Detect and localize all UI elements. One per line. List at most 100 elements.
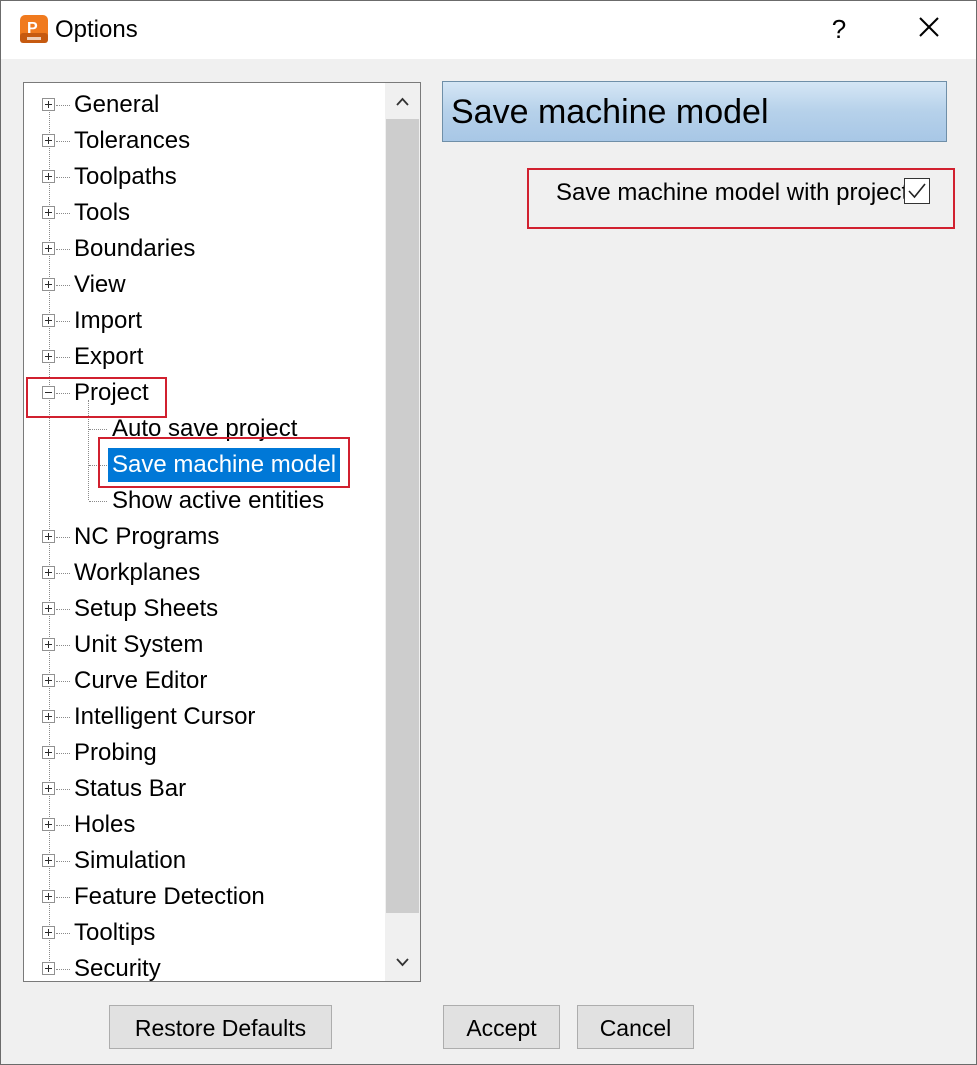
tree-item-tolerances[interactable]: Tolerances	[24, 123, 385, 159]
svg-text:P: P	[27, 20, 38, 37]
tree-connector	[56, 645, 70, 646]
tree-item-setup-sheets[interactable]: Setup Sheets	[24, 591, 385, 627]
expand-plus-icon[interactable]	[42, 746, 55, 759]
page-header: Save machine model	[442, 81, 947, 142]
tree-connector	[56, 789, 70, 790]
tree-item-label: Tooltips	[74, 919, 156, 946]
tree-item-tooltips[interactable]: Tooltips	[24, 915, 385, 951]
tree-item-security[interactable]: Security	[24, 951, 385, 982]
expand-plus-icon[interactable]	[42, 350, 55, 363]
tree-item-label: Intelligent Cursor	[74, 703, 256, 730]
tree-item-tools[interactable]: Tools	[24, 195, 385, 231]
tree-connector	[89, 501, 107, 502]
tree-item-unit-system[interactable]: Unit System	[24, 627, 385, 663]
tree-connector	[56, 681, 70, 682]
expand-plus-icon[interactable]	[42, 134, 55, 147]
tree-item-toolpaths[interactable]: Toolpaths	[24, 159, 385, 195]
tree-item-export[interactable]: Export	[24, 339, 385, 375]
tree-item-label: Workplanes	[74, 559, 201, 586]
tree-item-label: Unit System	[74, 631, 204, 658]
tree-connector	[56, 717, 70, 718]
save-with-project-label: Save machine model with project	[556, 179, 909, 206]
tree-item-label: Toolpaths	[74, 163, 177, 190]
tree-item-probing[interactable]: Probing	[24, 735, 385, 771]
tree-scrollbar[interactable]	[385, 83, 420, 981]
expand-plus-icon[interactable]	[42, 530, 55, 543]
tree-connector	[56, 357, 70, 358]
tree-item-label: Feature Detection	[74, 883, 265, 910]
tree-item-import[interactable]: Import	[24, 303, 385, 339]
tree-item-workplanes[interactable]: Workplanes	[24, 555, 385, 591]
tree-connector	[56, 825, 70, 826]
tree-item-holes[interactable]: Holes	[24, 807, 385, 843]
options-dialog: P Options ? General Tolerances Toolpaths To…	[0, 0, 977, 1065]
tree-item-intelligent-cursor[interactable]: Intelligent Cursor	[24, 699, 385, 735]
scroll-up-arrow-icon[interactable]	[385, 83, 420, 119]
expand-plus-icon[interactable]	[42, 170, 55, 183]
tree-item-label: Tools	[74, 199, 131, 226]
scroll-thumb[interactable]	[386, 119, 419, 913]
expand-plus-icon[interactable]	[42, 854, 55, 867]
tree-item-label: General	[74, 91, 160, 118]
options-tree[interactable]: General Tolerances Toolpaths Tools Boundarie…	[23, 82, 421, 982]
expand-plus-icon[interactable]	[42, 206, 55, 219]
tree-item-feature-detection[interactable]: Feature Detection	[24, 879, 385, 915]
expand-plus-icon[interactable]	[42, 602, 55, 615]
tree-item-nc-programs[interactable]: NC Programs	[24, 519, 385, 555]
tree-connector	[56, 141, 70, 142]
save-machine-model-highlight-box	[98, 437, 350, 488]
tree-item-label: Import	[74, 307, 143, 334]
tree-connector	[89, 429, 107, 430]
tree-item-simulation[interactable]: Simulation	[24, 843, 385, 879]
expand-plus-icon[interactable]	[42, 926, 55, 939]
tree-connector	[56, 285, 70, 286]
project-highlight-box	[26, 377, 167, 418]
tree-item-boundaries[interactable]: Boundaries	[24, 231, 385, 267]
expand-plus-icon[interactable]	[42, 818, 55, 831]
tree-connector	[56, 897, 70, 898]
expand-plus-icon[interactable]	[42, 278, 55, 291]
close-icon[interactable]	[901, 7, 957, 51]
tree-connector	[56, 537, 70, 538]
tree-connector	[56, 861, 70, 862]
tree-child-show-active-entities[interactable]: Show active entities	[24, 483, 385, 519]
expand-plus-icon[interactable]	[42, 242, 55, 255]
tree-item-status-bar[interactable]: Status Bar	[24, 771, 385, 807]
help-button[interactable]: ?	[811, 7, 867, 51]
tree-connector	[56, 753, 70, 754]
expand-plus-icon[interactable]	[42, 674, 55, 687]
tree-connector	[56, 249, 70, 250]
cancel-button[interactable]: Cancel	[577, 1005, 694, 1049]
tree-item-label: Show active entities	[112, 487, 325, 514]
expand-plus-icon[interactable]	[42, 638, 55, 651]
expand-plus-icon[interactable]	[42, 98, 55, 111]
title-bar: P Options ?	[1, 1, 976, 59]
accept-button[interactable]: Accept	[443, 1005, 560, 1049]
tree-item-label: Holes	[74, 811, 136, 838]
save-with-project-checkbox[interactable]	[904, 178, 930, 204]
expand-plus-icon[interactable]	[42, 314, 55, 327]
app-icon: P	[20, 15, 48, 43]
scroll-down-arrow-icon[interactable]	[385, 945, 420, 981]
expand-plus-icon[interactable]	[42, 890, 55, 903]
tree-item-label: Security	[74, 955, 161, 982]
tree-connector	[56, 105, 70, 106]
tree-item-label: Tolerances	[74, 127, 191, 154]
tree-item-label: Status Bar	[74, 775, 187, 802]
expand-plus-icon[interactable]	[42, 962, 55, 975]
tree-item-label: Simulation	[74, 847, 187, 874]
window-title: Options	[55, 16, 138, 43]
expand-plus-icon[interactable]	[42, 710, 55, 723]
tree-item-label: NC Programs	[74, 523, 220, 550]
tree-item-view[interactable]: View	[24, 267, 385, 303]
tree-connector	[56, 213, 70, 214]
tree-item-general[interactable]: General	[24, 87, 385, 123]
expand-plus-icon[interactable]	[42, 782, 55, 795]
tree-item-curve-editor[interactable]: Curve Editor	[24, 663, 385, 699]
tree-connector	[56, 321, 70, 322]
restore-defaults-button[interactable]: Restore Defaults	[109, 1005, 332, 1049]
tree-connector	[56, 177, 70, 178]
tree-item-label: Setup Sheets	[74, 595, 219, 622]
tree-item-label: Boundaries	[74, 235, 196, 262]
expand-plus-icon[interactable]	[42, 566, 55, 579]
